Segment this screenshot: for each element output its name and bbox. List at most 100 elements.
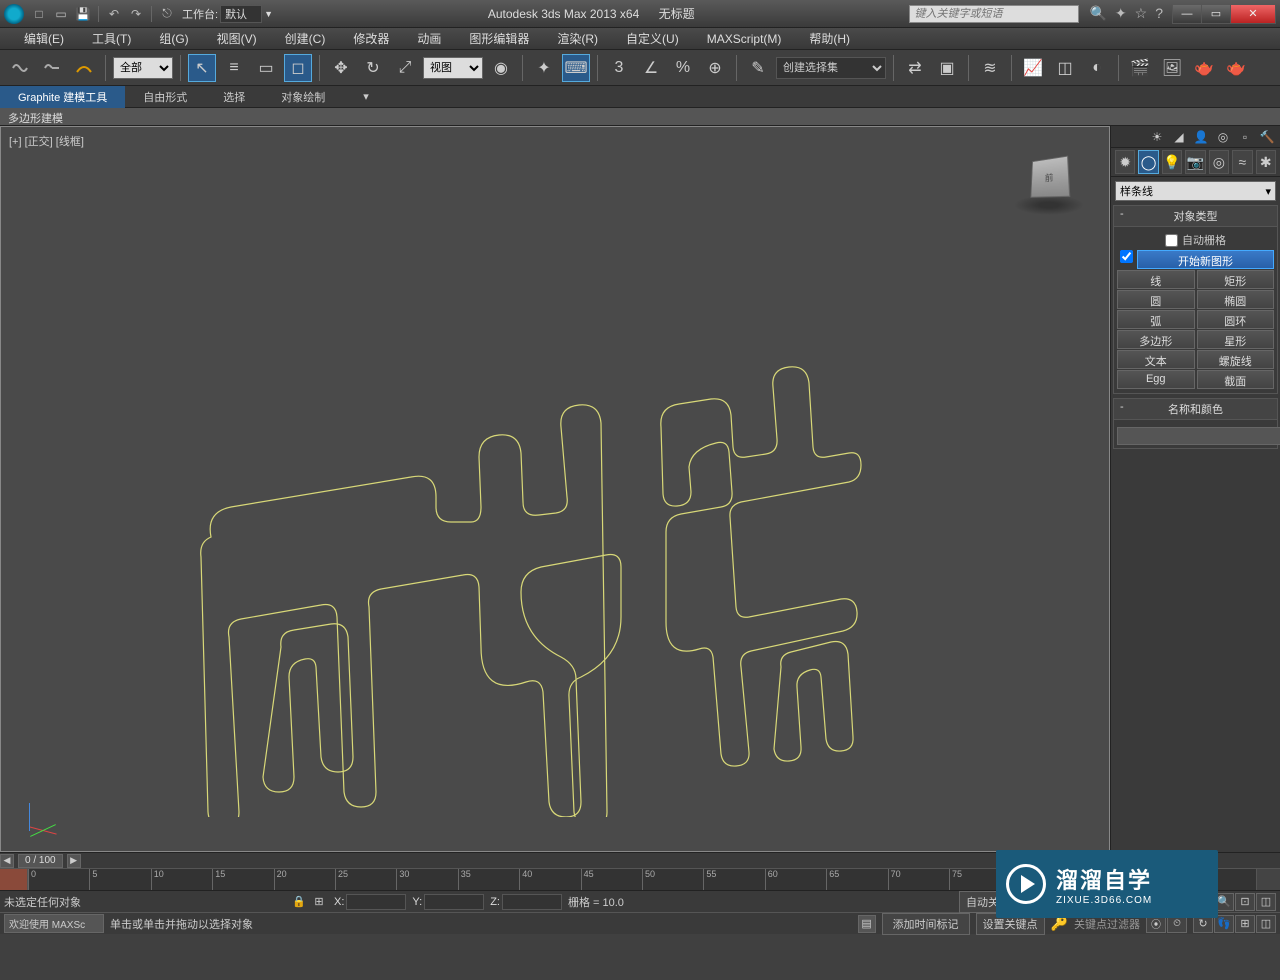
mirror-icon[interactable]: ⇄ xyxy=(901,54,929,82)
rollout-name-color[interactable]: 名称和颜色 xyxy=(1113,398,1278,420)
ribbon-tab-3[interactable]: 对象绘制 xyxy=(263,86,343,108)
render-frame-icon[interactable]: 🖼 xyxy=(1158,54,1186,82)
select-name-icon[interactable]: ≡ xyxy=(220,54,248,82)
minimize-button[interactable]: — xyxy=(1172,4,1202,24)
create-tab-space-icon[interactable]: ≈ xyxy=(1232,150,1252,174)
material-icon[interactable]: ◐ xyxy=(1083,54,1111,82)
menu-创建(C)[interactable]: 创建(C) xyxy=(271,30,340,47)
shape-星形[interactable]: 星形 xyxy=(1197,330,1275,349)
align-icon[interactable]: ▣ xyxy=(933,54,961,82)
create-tab-systems-icon[interactable]: ✱ xyxy=(1256,150,1276,174)
shape-线[interactable]: 线 xyxy=(1117,270,1195,289)
start-new-checkbox[interactable] xyxy=(1120,250,1133,263)
spinner-snap-icon[interactable]: ⊕ xyxy=(701,54,729,82)
add-time-tag-button[interactable]: 添加时间标记 xyxy=(882,913,970,935)
key-icon[interactable]: ✦ xyxy=(1115,5,1127,22)
max-toggle-icon[interactable]: ⊞ xyxy=(1235,915,1255,933)
min-toggle-icon[interactable]: ◫ xyxy=(1256,915,1276,933)
track-config-icon[interactable] xyxy=(1256,869,1280,890)
light-icon[interactable]: ☀ xyxy=(1148,128,1166,146)
shape-文本[interactable]: 文本 xyxy=(1117,350,1195,369)
rollout-object-type[interactable]: 对象类型 xyxy=(1113,205,1278,227)
search-icon[interactable]: 🔍 xyxy=(1089,5,1106,22)
close-button[interactable]: ✕ xyxy=(1230,4,1276,24)
z-input[interactable] xyxy=(502,894,562,910)
redo-icon[interactable]: ↷ xyxy=(127,5,145,23)
help-icon[interactable]: ? xyxy=(1155,5,1163,22)
lock-abs-icon[interactable]: ⊞ xyxy=(310,893,328,911)
ribbon-expand-icon[interactable]: ▾ xyxy=(363,90,383,103)
exposure-icon[interactable]: ◢ xyxy=(1170,128,1188,146)
unlink-tool-icon[interactable] xyxy=(38,54,66,82)
manipulate-icon[interactable]: ✦ xyxy=(530,54,558,82)
category-dropdown[interactable]: 样条线▾ xyxy=(1115,181,1276,201)
percent-snap-icon[interactable]: % xyxy=(669,54,697,82)
menu-图形编辑器[interactable]: 图形编辑器 xyxy=(455,30,543,47)
time-next-icon[interactable]: ▶ xyxy=(67,854,81,868)
hammer-icon[interactable]: 🔨 xyxy=(1258,128,1276,146)
link-tool-icon[interactable] xyxy=(6,54,34,82)
shape-Egg[interactable]: Egg xyxy=(1117,370,1195,389)
shape-多边形[interactable]: 多边形 xyxy=(1117,330,1195,349)
shape-椭圆[interactable]: 椭圆 xyxy=(1197,290,1275,309)
curve-editor-icon[interactable]: 📈 xyxy=(1019,54,1047,82)
object-name-input[interactable] xyxy=(1117,427,1280,445)
save-icon[interactable]: 💾 xyxy=(74,5,92,23)
shape-截面[interactable]: 截面 xyxy=(1197,370,1275,389)
menu-组(G)[interactable]: 组(G) xyxy=(145,30,202,47)
selection-filter[interactable]: 全部 xyxy=(113,57,173,79)
shape-矩形[interactable]: 矩形 xyxy=(1197,270,1275,289)
menu-视图(V)[interactable]: 视图(V) xyxy=(203,30,271,47)
new-icon[interactable]: □ xyxy=(30,5,48,23)
select-rect-icon[interactable]: ▭ xyxy=(252,54,280,82)
render-setup-icon[interactable]: 🎬 xyxy=(1126,54,1154,82)
rotate-icon[interactable]: ↻ xyxy=(359,54,387,82)
viewport-label[interactable]: [+] [正交] [线框] xyxy=(9,133,84,149)
shape-螺旋线[interactable]: 螺旋线 xyxy=(1197,350,1275,369)
open-icon[interactable]: ▭ xyxy=(52,5,70,23)
person-icon[interactable]: 👤 xyxy=(1192,128,1210,146)
create-tab-shapes-icon[interactable]: ◯ xyxy=(1138,150,1158,174)
menu-渲染(R)[interactable]: 渲染(R) xyxy=(543,30,612,47)
script-listener-icon[interactable]: ▤ xyxy=(858,915,876,933)
star-icon[interactable]: ☆ xyxy=(1135,5,1148,22)
menu-修改器[interactable]: 修改器 xyxy=(339,30,403,47)
scale-icon[interactable]: ⤢ xyxy=(391,54,419,82)
menu-帮助(H)[interactable]: 帮助(H) xyxy=(795,30,864,47)
monitor-icon[interactable]: ▫ xyxy=(1236,128,1254,146)
menu-编辑(E)[interactable]: 编辑(E) xyxy=(10,30,78,47)
shape-圆环[interactable]: 圆环 xyxy=(1197,310,1275,329)
shape-圆[interactable]: 圆 xyxy=(1117,290,1195,309)
shape-弧[interactable]: 弧 xyxy=(1117,310,1195,329)
angle-snap-icon[interactable]: ∠ xyxy=(637,54,665,82)
ribbon-tab-2[interactable]: 选择 xyxy=(205,86,263,108)
edit-selection-icon[interactable]: ✎ xyxy=(744,54,772,82)
create-tab-lights-icon[interactable]: 💡 xyxy=(1162,150,1182,174)
menu-自定义(U)[interactable]: 自定义(U) xyxy=(612,30,693,47)
render-prod-icon[interactable]: 🫖 xyxy=(1222,54,1250,82)
start-new-shape-button[interactable]: 开始新图形 xyxy=(1137,250,1274,269)
create-tab-helpers-icon[interactable]: ◎ xyxy=(1209,150,1229,174)
layers-icon[interactable]: ≋ xyxy=(976,54,1004,82)
ribbon-tab-0[interactable]: Graphite 建模工具 xyxy=(0,86,125,108)
schematic-icon[interactable]: ◫ xyxy=(1051,54,1079,82)
undo-icon[interactable]: ↶ xyxy=(105,5,123,23)
menu-工具(T)[interactable]: 工具(T) xyxy=(78,30,145,47)
bind-tool-icon[interactable] xyxy=(70,54,98,82)
target-icon[interactable]: ◎ xyxy=(1214,128,1232,146)
app-icon[interactable] xyxy=(4,4,24,24)
viewport[interactable]: [+] [正交] [线框] 前 xyxy=(0,126,1110,852)
select-object-icon[interactable]: ↖ xyxy=(188,54,216,82)
pivot-icon[interactable]: ◉ xyxy=(487,54,515,82)
time-slider[interactable]: 0 / 100 xyxy=(18,854,63,868)
autogrid-checkbox[interactable] xyxy=(1165,234,1178,247)
select-window-icon[interactable]: ◻ xyxy=(284,54,312,82)
maximize-button[interactable]: ▭ xyxy=(1201,4,1231,24)
move-icon[interactable]: ✥ xyxy=(327,54,355,82)
keyboard-shortcut-icon[interactable]: ⌨ xyxy=(562,54,590,82)
x-input[interactable] xyxy=(346,894,406,910)
snap-toggle-icon[interactable]: 3 xyxy=(605,54,633,82)
time-prev-icon[interactable]: ◀ xyxy=(0,854,14,868)
render-icon[interactable]: 🫖 xyxy=(1190,54,1218,82)
viewcube[interactable]: 前 xyxy=(1019,147,1079,207)
